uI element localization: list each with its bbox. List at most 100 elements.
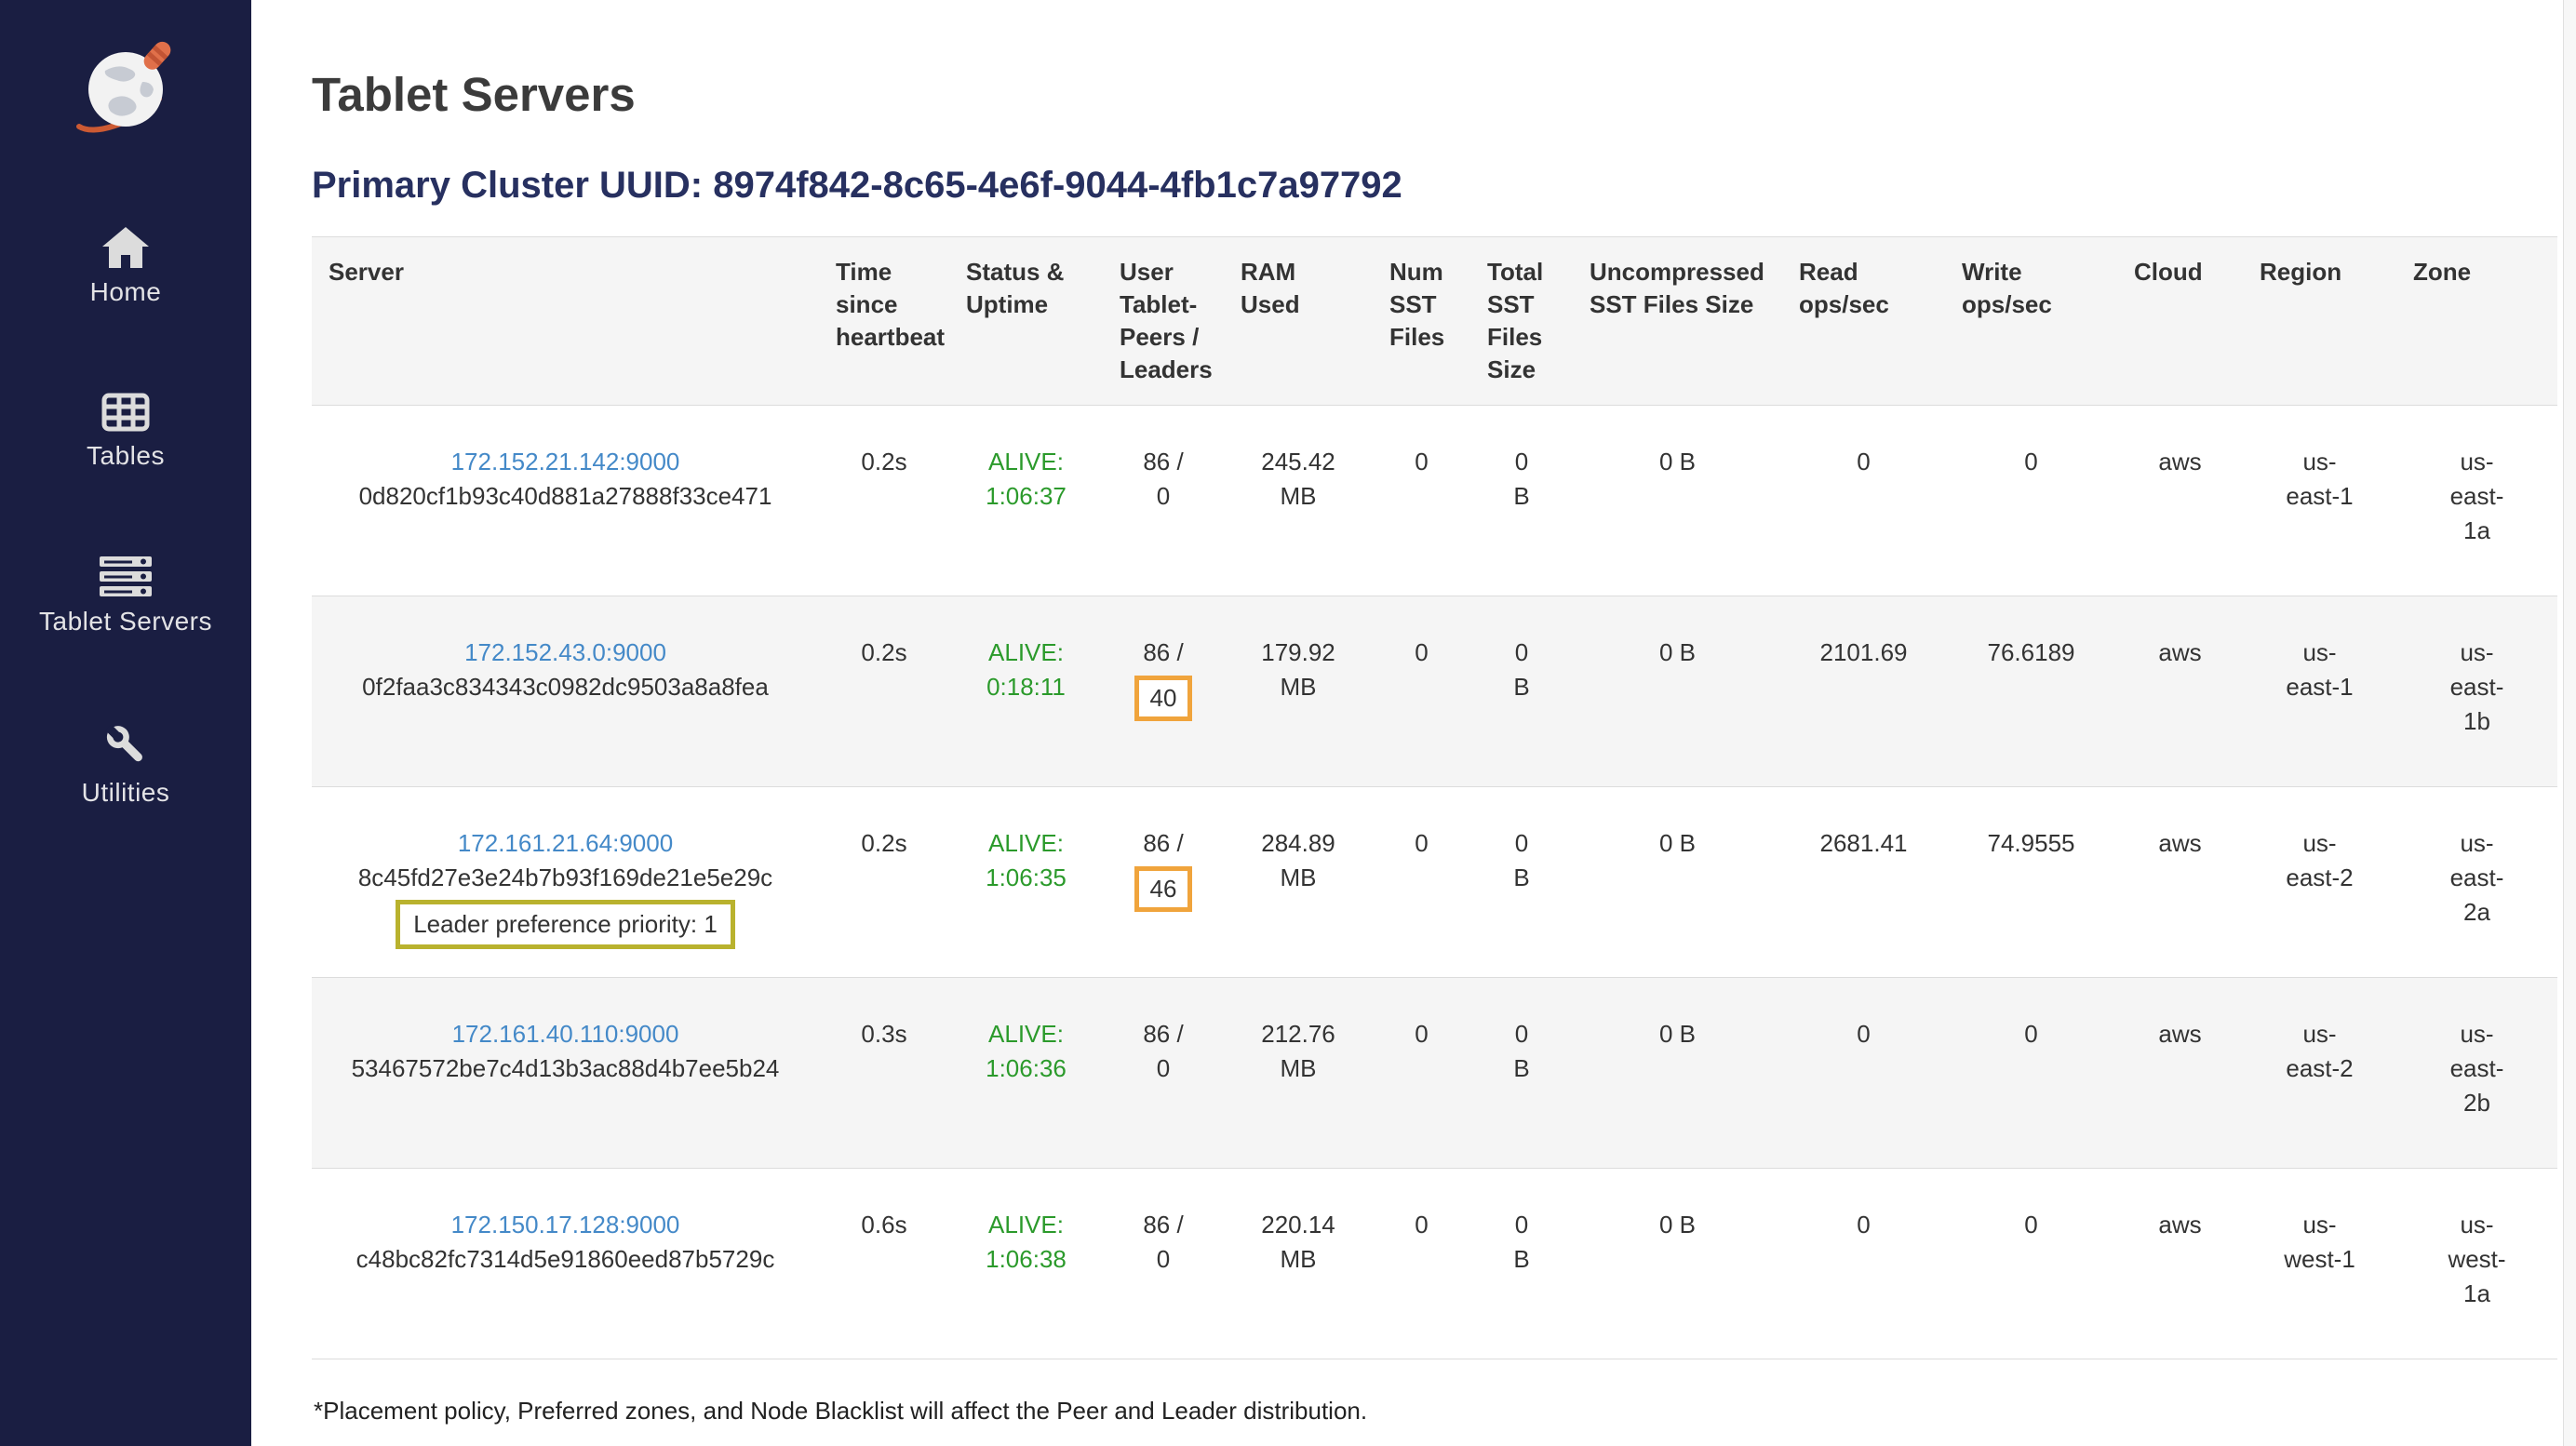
col-header-cloud: Cloud (2117, 237, 2243, 406)
ram-value: 212.76 MB (1252, 1017, 1345, 1086)
page-title: Tablet Servers (312, 67, 2576, 122)
write-ops-value: 76.6189 (1988, 638, 2075, 666)
col-header-uncompressed-sst: Uncompressed SST Files Size (1573, 237, 1782, 406)
tablet-servers-table: Server Time since heartbeat Status & Upt… (312, 236, 2557, 1359)
uncompressed-sst-value: 0 B (1659, 1211, 1696, 1238)
num-sst-value: 0 (1415, 829, 1428, 857)
table-row: 172.161.40.110:9000 53467572be7c4d13b3ac… (312, 978, 2557, 1169)
peers-value: 86 / 0 (1139, 445, 1187, 514)
total-sst-value: 0 B (1508, 445, 1536, 514)
peers-value: 86 / (1143, 826, 1183, 861)
num-sst-value: 0 (1415, 1020, 1428, 1048)
status-value: ALIVE: (960, 826, 1092, 861)
server-uuid: 53467572be7c4d13b3ac88d4b7ee5b24 (352, 1054, 780, 1082)
uncompressed-sst-value: 0 B (1659, 448, 1696, 475)
total-sst-value: 0 B (1508, 1208, 1536, 1277)
heartbeat-value: 0.2s (861, 829, 906, 857)
cloud-value: aws (2158, 448, 2201, 475)
vertical-scrollbar[interactable] (2563, 0, 2576, 1446)
sidebar-item-label: Utilities (82, 778, 170, 808)
heartbeat-value: 0.3s (861, 1020, 906, 1048)
ram-value: 245.42 MB (1252, 445, 1345, 514)
sidebar-item-home[interactable]: Home (90, 227, 162, 307)
col-header-ram: RAM Used (1224, 237, 1373, 406)
peers-value: 86 / 0 (1139, 1208, 1187, 1277)
server-link[interactable]: 172.150.17.128:9000 (451, 1211, 680, 1238)
uptime-value: 1:06:38 (960, 1242, 1092, 1277)
server-uuid: c48bc82fc7314d5e91860eed87b5729c (356, 1245, 775, 1273)
cloud-value: aws (2158, 638, 2201, 666)
ram-value: 179.92 MB (1252, 636, 1345, 704)
read-ops-value: 2101.69 (1820, 638, 1908, 666)
sidebar-item-tables[interactable]: Tables (87, 393, 165, 471)
write-ops-value: 0 (2024, 1020, 2037, 1048)
leaders-highlight-box: 40 (1134, 676, 1193, 721)
yugabyte-logo-icon[interactable] (70, 30, 181, 141)
total-sst-value: 0 B (1508, 826, 1536, 895)
server-link[interactable]: 172.152.21.142:9000 (451, 448, 680, 475)
table-row: 172.150.17.128:9000 c48bc82fc7314d5e9186… (312, 1169, 2557, 1359)
leaders-highlight-box: 46 (1134, 866, 1193, 912)
zone-value: us-east-2a (2440, 826, 2515, 930)
uptime-value: 1:06:36 (960, 1051, 1092, 1086)
table-row: 172.152.43.0:9000 0f2faa3c834343c0982dc9… (312, 596, 2557, 787)
region-value: us-west-1 (2283, 1208, 2357, 1277)
col-header-zone: Zone (2396, 237, 2557, 406)
cloud-value: aws (2158, 1211, 2201, 1238)
home-icon (102, 227, 149, 268)
num-sst-value: 0 (1415, 638, 1428, 666)
status-value: ALIVE: (960, 1208, 1092, 1242)
uptime-value: 0:18:11 (960, 670, 1092, 704)
write-ops-value: 74.9555 (1988, 829, 2075, 857)
table-row: 172.152.21.142:9000 0d820cf1b93c40d881a2… (312, 406, 2557, 596)
col-header-region: Region (2243, 237, 2396, 406)
tables-icon (101, 393, 150, 432)
server-link[interactable]: 172.152.43.0:9000 (464, 638, 666, 666)
col-header-read-ops: Read ops/sec (1782, 237, 1945, 406)
write-ops-value: 0 (2024, 1211, 2037, 1238)
total-sst-value: 0 B (1508, 1017, 1536, 1086)
server-link[interactable]: 172.161.21.64:9000 (458, 829, 673, 857)
server-link[interactable]: 172.161.40.110:9000 (452, 1020, 679, 1048)
server-uuid: 8c45fd27e3e24b7b93f169de21e5e29c (358, 864, 772, 891)
sidebar-item-utilities[interactable]: Utilities (82, 722, 170, 808)
sidebar-item-tablet-servers[interactable]: Tablet Servers (39, 556, 212, 636)
status-value: ALIVE: (960, 445, 1092, 479)
zone-value: us-west-1a (2440, 1208, 2515, 1311)
zone-value: us-east-2b (2440, 1017, 2515, 1120)
main-content: Tablet Servers Primary Cluster UUID: 897… (251, 0, 2576, 1446)
uncompressed-sst-value: 0 B (1659, 638, 1696, 666)
heartbeat-value: 0.6s (861, 1211, 906, 1238)
region-value: us-east-1 (2283, 636, 2357, 704)
table-header-row: Server Time since heartbeat Status & Upt… (312, 237, 2557, 406)
utilities-icon (102, 722, 149, 769)
server-uuid: 0d820cf1b93c40d881a27888f33ce471 (359, 482, 772, 510)
read-ops-value: 0 (1857, 1020, 1870, 1048)
heartbeat-value: 0.2s (861, 638, 906, 666)
peers-value: 86 / (1143, 636, 1183, 670)
cluster-uuid-heading: Primary Cluster UUID: 8974f842-8c65-4e6f… (312, 165, 2576, 207)
tablet-servers-page: Home Tables (0, 0, 2576, 1446)
sidebar-item-label: Home (90, 277, 162, 307)
tablet-servers-icon (100, 556, 152, 597)
read-ops-value: 0 (1857, 448, 1870, 475)
col-header-heartbeat: Time since heartbeat (819, 237, 949, 406)
region-value: us-east-2 (2283, 826, 2357, 895)
ram-value: 220.14 MB (1252, 1208, 1345, 1277)
uptime-value: 1:06:37 (960, 479, 1092, 514)
read-ops-value: 0 (1857, 1211, 1870, 1238)
zone-value: us-east-1b (2440, 636, 2515, 739)
num-sst-value: 0 (1415, 1211, 1428, 1238)
status-value: ALIVE: (960, 636, 1092, 670)
num-sst-value: 0 (1415, 448, 1428, 475)
cloud-value: aws (2158, 829, 2201, 857)
col-header-num-sst: Num SST Files (1373, 237, 1470, 406)
sidebar-nav: Home Tables (39, 227, 212, 808)
leader-preference-box: Leader preference priority: 1 (396, 900, 735, 949)
sidebar: Home Tables (0, 0, 251, 1446)
server-uuid: 0f2faa3c834343c0982dc9503a8a8fea (362, 673, 769, 701)
sidebar-item-label: Tables (87, 441, 165, 471)
col-header-write-ops: Write ops/sec (1945, 237, 2117, 406)
region-value: us-east-2 (2283, 1017, 2357, 1086)
heartbeat-value: 0.2s (861, 448, 906, 475)
